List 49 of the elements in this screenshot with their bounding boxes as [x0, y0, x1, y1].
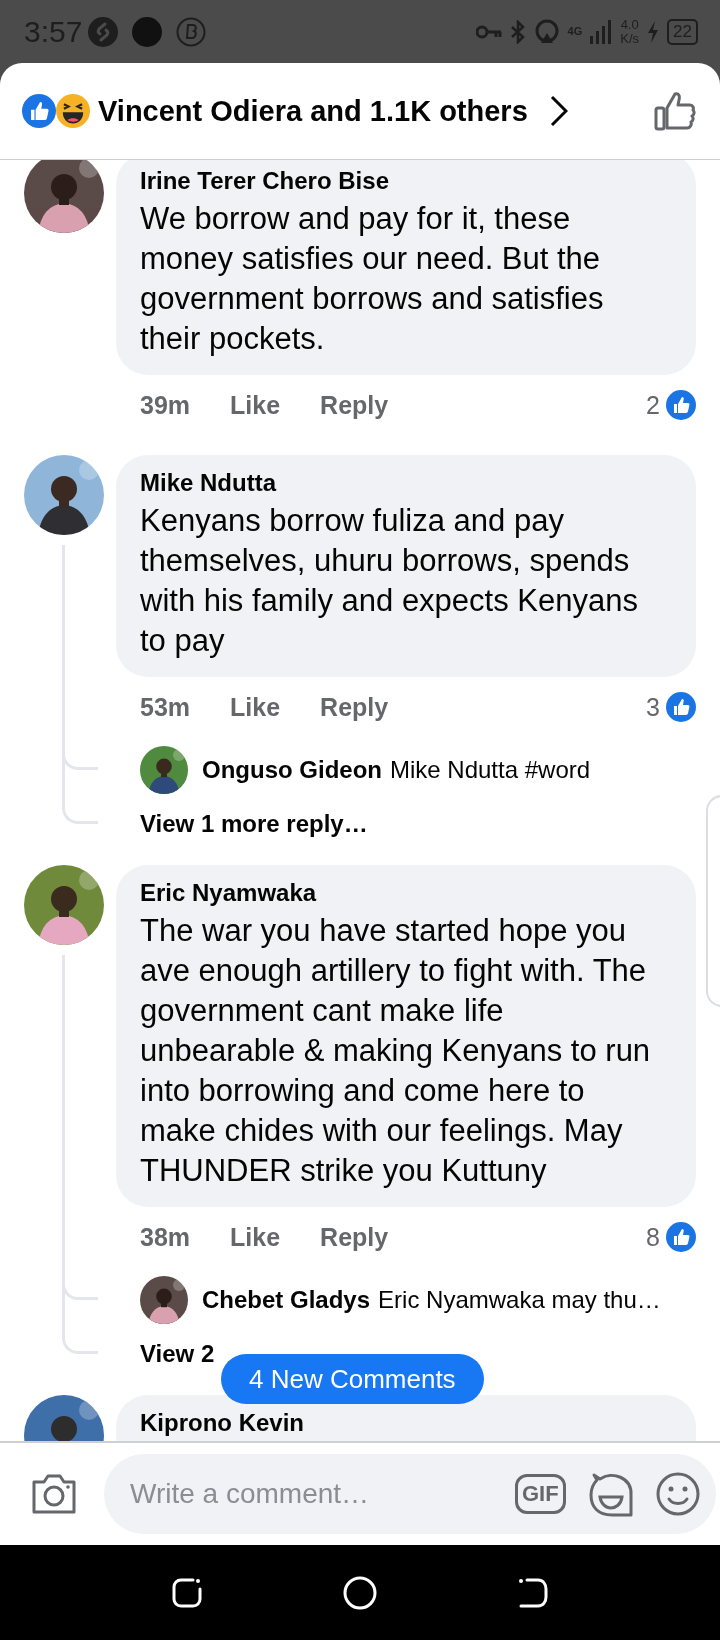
reply-author[interactable]: Chebet Gladys [202, 1286, 371, 1314]
comment-text: We borrow and pay for it, these money satisfies our need. But the government borrows and satisfies their pockets. [140, 200, 605, 358]
reply-text: Eric Nyamwaka may thu… [378, 1286, 661, 1314]
laughing-emoji-icon [56, 94, 90, 128]
hotspot-icon [533, 18, 560, 45]
like-icon [666, 390, 696, 420]
home-icon[interactable] [343, 1575, 377, 1610]
reaction-count: 8 [646, 1222, 660, 1252]
new-comments-button[interactable]: 4 New Comments [221, 1354, 484, 1404]
reply-button[interactable]: Reply [320, 390, 389, 420]
view-more-replies-link[interactable]: View 2 [140, 1340, 215, 1368]
chevron-right-icon[interactable] [549, 95, 568, 127]
signal-icon [590, 19, 613, 44]
sticker-icon[interactable] [587, 1471, 634, 1517]
key-icon [475, 23, 502, 40]
like-button[interactable]: Like [230, 390, 281, 420]
comment-text: Kenyans borrow fuliza and pay themselves, uhuru borrows, spends with his family and expects Kenyans to pay [140, 502, 639, 660]
emoji-icon[interactable] [655, 1472, 700, 1516]
camera-icon[interactable] [30, 1472, 78, 1516]
comment-author[interactable]: Kiprono Kevin [140, 1407, 672, 1439]
like-icon [666, 1222, 696, 1252]
like-icon [666, 692, 696, 722]
recent-apps-icon[interactable] [171, 1576, 203, 1609]
view-more-replies-link[interactable]: View 1 more reply… [140, 810, 368, 838]
reply-text: Mike Ndutta #word [390, 756, 591, 784]
comment-author[interactable]: Eric Nyamwaka [140, 877, 672, 909]
reaction-count: 2 [646, 390, 660, 420]
thumbs-up-icon[interactable] [654, 91, 696, 131]
like-button[interactable]: Like [230, 1222, 281, 1252]
reply-button[interactable]: Reply [320, 692, 389, 722]
reactors-summary[interactable]: Vincent Odiera and 1.1K others [98, 94, 528, 128]
like-button[interactable]: Like [230, 692, 281, 722]
dot-icon [132, 16, 163, 47]
comment-author[interactable]: Mike Ndutta [140, 467, 672, 499]
reply-button[interactable]: Reply [320, 1222, 389, 1252]
comment-field[interactable]: Write a comment… GIF [104, 1454, 716, 1534]
comment-author[interactable]: Irine Terer Chero Bise [140, 165, 672, 197]
comment-text: The war you have started hope you ave enough artillery to fight with. The government cant make life unbearable & making Kenyans to run into borrowing and come here to make chides with our feelings. May THUNDER strike you Kuttuny [140, 912, 652, 1190]
comment-time: 39m [140, 390, 191, 420]
coin-icon [176, 16, 207, 47]
gif-button[interactable]: GIF [515, 1474, 566, 1514]
charging-icon [647, 20, 660, 43]
like-icon [22, 94, 56, 128]
back-icon[interactable] [517, 1576, 549, 1609]
reaction-count: 3 [646, 692, 660, 722]
reply-author[interactable]: Onguso Gideon [202, 756, 382, 784]
comment-time: 38m [140, 1222, 191, 1252]
bluetooth-icon [509, 19, 526, 44]
comment-time: 53m [140, 692, 191, 722]
